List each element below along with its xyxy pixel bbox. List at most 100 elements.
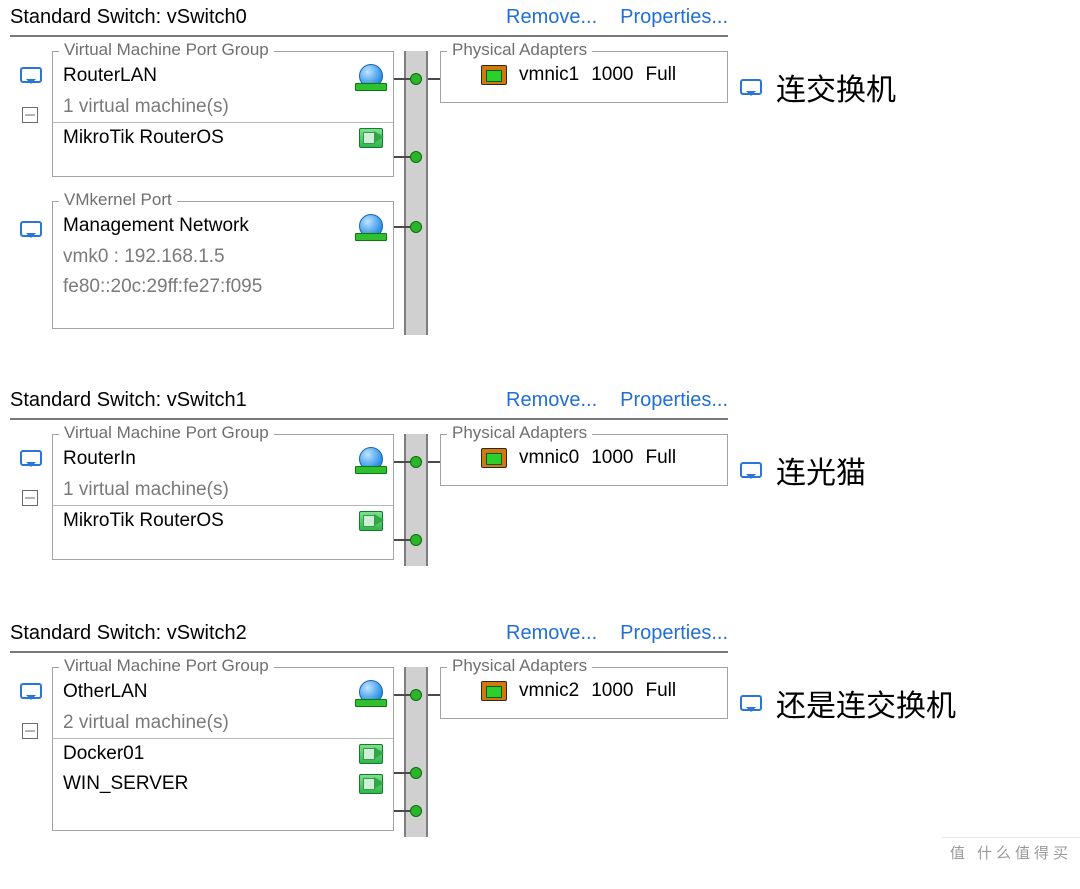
vm-count-row: 2 virtual machine(s): [53, 708, 393, 738]
portgroup-name: RouterLAN: [63, 65, 157, 87]
vm-portgroup-legend: Virtual Machine Port Group: [59, 40, 274, 60]
switch-body: Virtual Machine Port Group RouterIn 1 vi…: [10, 434, 1070, 574]
vm-name: Docker01: [63, 743, 144, 765]
switch-actions: Remove... Properties...: [488, 622, 728, 645]
portgroup-name: RouterIn: [63, 448, 136, 470]
link-dot: [410, 151, 422, 163]
switch-header: Standard Switch: vSwitch0 Remove... Prop…: [10, 4, 728, 37]
connector-line: [394, 539, 410, 541]
phys-adapters-frame: Physical Adapters vmnic2 1000 Full: [440, 667, 728, 719]
phys-name: vmnic0: [519, 447, 579, 469]
vm-row[interactable]: MikroTik RouterOS: [53, 505, 393, 536]
link-dot: [410, 534, 422, 546]
expand-toggle[interactable]: [22, 490, 38, 506]
link-dot: [410, 767, 422, 779]
vm-row[interactable]: WIN_SERVER: [53, 769, 393, 799]
world-icon: [359, 447, 383, 471]
phys-speed: 1000: [591, 447, 633, 469]
vmk-addr2: fe80::20c:29ff:fe27:f095: [63, 276, 262, 298]
vm-count: 1 virtual machine(s): [63, 479, 229, 501]
vmk-name: Management Network: [63, 215, 249, 237]
remove-link[interactable]: Remove...: [506, 389, 597, 411]
speech-bubble-icon: [20, 67, 42, 83]
properties-link[interactable]: Properties...: [620, 6, 728, 28]
portgroup-row[interactable]: RouterIn: [53, 443, 393, 475]
nic-chip-icon: [481, 448, 507, 468]
vm-nic-icon: [359, 511, 383, 531]
switch-header: Standard Switch: vSwitch1 Remove... Prop…: [10, 387, 728, 420]
vm-name: MikroTik RouterOS: [63, 510, 224, 532]
connector-line: [394, 156, 410, 158]
phys-speed: 1000: [591, 680, 633, 702]
remove-link[interactable]: Remove...: [506, 6, 597, 28]
switch-title: Standard Switch: vSwitch0: [10, 6, 247, 29]
vm-row[interactable]: Docker01: [53, 738, 393, 769]
link-dot: [410, 689, 422, 701]
phys-duplex: Full: [645, 447, 676, 469]
vm-nic-icon: [359, 774, 383, 794]
annotation-row: 还是连交换机: [740, 681, 956, 725]
vm-count: 2 virtual machine(s): [63, 712, 229, 734]
link-dot: [410, 456, 422, 468]
portgroup-node-icon[interactable]: [20, 67, 42, 83]
connector-line: [394, 226, 410, 228]
phys-name: vmnic1: [519, 64, 579, 86]
phys-duplex: Full: [645, 64, 676, 86]
switch-actions: Remove... Properties...: [488, 389, 728, 412]
vmkernel-frame: VMkernel Port Management Network vmk0 : …: [52, 201, 394, 329]
portgroup-row[interactable]: OtherLAN: [53, 676, 393, 708]
vmk-row[interactable]: Management Network: [53, 210, 393, 242]
annotation-row: 连光猫: [740, 448, 866, 492]
portgroup-node-icon[interactable]: [20, 683, 42, 699]
speech-bubble-icon: [740, 695, 762, 711]
vm-count: 1 virtual machine(s): [63, 96, 229, 118]
switch-header: Standard Switch: vSwitch2 Remove... Prop…: [10, 620, 728, 653]
phys-legend: Physical Adapters: [447, 423, 592, 443]
connector-line: [394, 461, 410, 463]
world-icon: [359, 64, 383, 88]
vm-row[interactable]: MikroTik RouterOS: [53, 122, 393, 153]
properties-link[interactable]: Properties...: [620, 389, 728, 411]
vmk-addr1: vmk0 : 192.168.1.5: [63, 246, 225, 268]
vm-port-group-frame: Virtual Machine Port Group OtherLAN 2 vi…: [52, 667, 394, 831]
portgroup-node-icon[interactable]: [20, 450, 42, 466]
portgroup-row[interactable]: RouterLAN: [53, 60, 393, 92]
connector-line: [394, 772, 410, 774]
expand-toggle[interactable]: [22, 107, 38, 123]
vswitch1-block: Standard Switch: vSwitch1 Remove... Prop…: [10, 387, 1070, 574]
minus-icon: [22, 490, 38, 506]
vm-port-group-frame: Virtual Machine Port Group RouterIn 1 vi…: [52, 434, 394, 560]
vswitch0-block: Standard Switch: vSwitch0 Remove... Prop…: [10, 4, 1070, 341]
vmk-addr-row: fe80::20c:29ff:fe27:f095: [53, 272, 393, 302]
vswitch2-block: Standard Switch: vSwitch2 Remove... Prop…: [10, 620, 1070, 847]
vmk-node-icon[interactable]: [20, 221, 42, 237]
vm-count-row: 1 virtual machine(s): [53, 475, 393, 505]
phys-adapter-row[interactable]: vmnic2 1000 Full: [471, 676, 727, 706]
phys-adapter-row[interactable]: vmnic1 1000 Full: [471, 60, 727, 90]
phys-name: vmnic2: [519, 680, 579, 702]
nic-chip-icon: [481, 65, 507, 85]
phys-adapter-row[interactable]: vmnic0 1000 Full: [471, 443, 727, 473]
world-icon: [359, 214, 383, 238]
vm-nic-icon: [359, 128, 383, 148]
vm-nic-icon: [359, 744, 383, 764]
speech-bubble-icon: [20, 221, 42, 237]
properties-link[interactable]: Properties...: [620, 622, 728, 644]
remove-link[interactable]: Remove...: [506, 622, 597, 644]
switch-actions: Remove... Properties...: [488, 6, 728, 29]
switch-title: Standard Switch: vSwitch2: [10, 622, 247, 645]
speech-bubble-icon: [740, 79, 762, 95]
vm-portgroup-legend: Virtual Machine Port Group: [59, 656, 274, 676]
annotation-text: 还是连交换机: [776, 681, 956, 725]
minus-icon: [22, 107, 38, 123]
connector-line: [394, 694, 410, 696]
expand-toggle[interactable]: [22, 723, 38, 739]
vm-port-group-frame: Virtual Machine Port Group RouterLAN 1 v…: [52, 51, 394, 177]
annotation-text: 连光猫: [776, 448, 866, 492]
link-backbone: [404, 51, 428, 335]
phys-speed: 1000: [591, 64, 633, 86]
phys-adapters-frame: Physical Adapters vmnic0 1000 Full: [440, 434, 728, 486]
link-dot: [410, 805, 422, 817]
vm-name: MikroTik RouterOS: [63, 127, 224, 149]
connector-line: [394, 810, 410, 812]
